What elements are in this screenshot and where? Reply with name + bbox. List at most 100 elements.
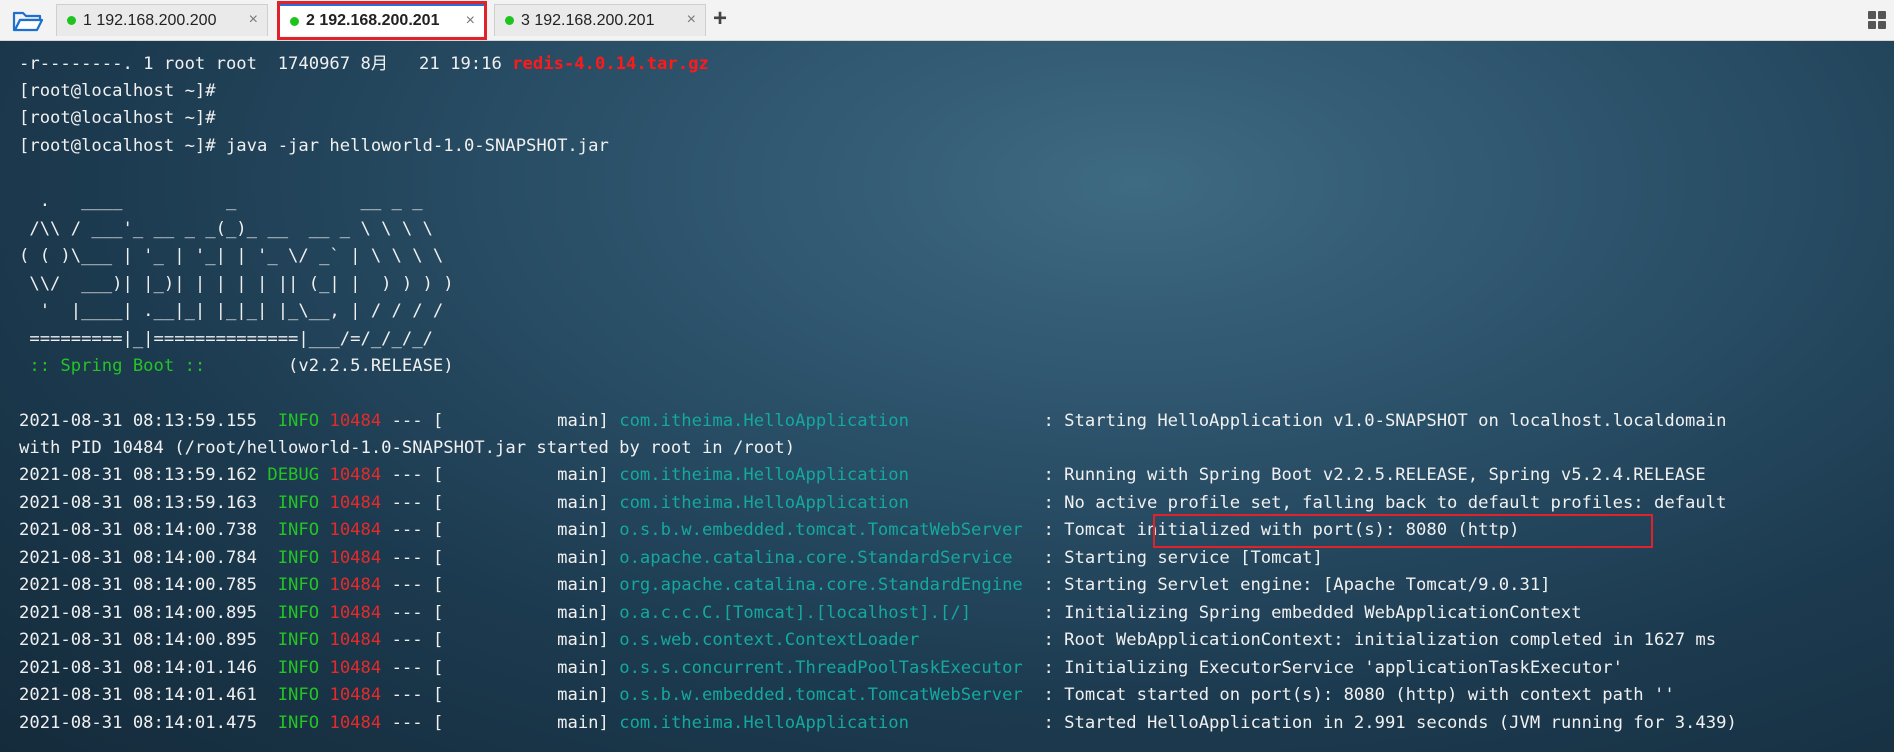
log-line: 2021-08-31 08:14:01.475 INFO 10484 --- [… bbox=[19, 709, 1737, 737]
spring-boot-version: (v2.2.5.RELEASE) bbox=[215, 356, 454, 376]
log-level: INFO bbox=[267, 520, 320, 540]
tab-bar: 1 192.168.200.200 × 2 192.168.200.201 × … bbox=[0, 0, 1894, 41]
log-pid: 10484 bbox=[329, 465, 382, 485]
tab-session-2[interactable]: 2 192.168.200.201 × bbox=[279, 4, 485, 36]
log-line: 2021-08-31 08:14:00.895 INFO 10484 --- [… bbox=[19, 626, 1716, 654]
log-timestamp: 2021-08-31 08:13:59.163 bbox=[19, 493, 268, 513]
log-pid: 10484 bbox=[329, 493, 382, 513]
close-icon[interactable]: × bbox=[249, 11, 258, 29]
log-message: : Tomcat initialized with port(s): 8080 … bbox=[1033, 520, 1520, 540]
log-thread: --- [ main] bbox=[381, 465, 620, 485]
log-level: DEBUG bbox=[267, 465, 320, 485]
status-dot-icon bbox=[505, 16, 514, 25]
log-timestamp: 2021-08-31 08:14:00.895 bbox=[19, 603, 268, 623]
log-message: : Running with Spring Boot v2.2.5.RELEAS… bbox=[1033, 465, 1706, 485]
log-thread: --- [ main] bbox=[381, 685, 620, 705]
log-level: INFO bbox=[267, 575, 320, 595]
log-timestamp: 2021-08-31 08:14:00.895 bbox=[19, 630, 268, 650]
log-message: : Starting service [Tomcat] bbox=[1033, 548, 1323, 568]
log-line: 2021-08-31 08:14:00.895 INFO 10484 --- [… bbox=[19, 599, 1582, 627]
terminal-output[interactable]: -r--------. 1 root root 1740967 8月 21 19… bbox=[0, 41, 1894, 752]
tab-label: 1 192.168.200.200 bbox=[83, 11, 217, 29]
log-logger: o.a.c.c.C.[Tomcat].[localhost].[/] bbox=[619, 603, 1034, 623]
log-thread: --- [ main] bbox=[381, 575, 620, 595]
archive-filename: redis-4.0.14.tar.gz bbox=[512, 54, 709, 74]
close-icon[interactable]: × bbox=[687, 11, 696, 29]
log-level: INFO bbox=[267, 713, 320, 733]
tab-session-1[interactable]: 1 192.168.200.200 × bbox=[56, 4, 268, 36]
log-pid: 10484 bbox=[329, 713, 382, 733]
log-message: : Starting Servlet engine: [Apache Tomca… bbox=[1033, 575, 1551, 595]
log-message: : Tomcat started on port(s): 8080 (http)… bbox=[1033, 685, 1675, 705]
log-pid: 10484 bbox=[329, 685, 382, 705]
log-level: INFO bbox=[267, 603, 320, 623]
log-logger: com.itheima.HelloApplication bbox=[619, 493, 1034, 513]
ls-output-line: -r--------. 1 root root 1740967 8月 21 19… bbox=[19, 50, 709, 78]
log-pid: 10484 bbox=[329, 411, 382, 431]
log-message: : No active profile set, falling back to… bbox=[1033, 493, 1727, 513]
tab-label: 3 192.168.200.201 bbox=[521, 11, 655, 29]
log-logger: o.s.b.w.embedded.tomcat.TomcatWebServer bbox=[619, 520, 1034, 540]
log-message: : Initializing Spring embedded WebApplic… bbox=[1033, 603, 1582, 623]
log-thread: --- [ main] bbox=[381, 520, 620, 540]
log-level: INFO bbox=[267, 548, 320, 568]
log-pid: 10484 bbox=[329, 575, 382, 595]
log-timestamp: 2021-08-31 08:14:00.784 bbox=[19, 548, 268, 568]
log-line: 2021-08-31 08:13:59.155 INFO 10484 --- [… bbox=[19, 407, 1726, 435]
log-timestamp: 2021-08-31 08:13:59.155 bbox=[19, 411, 268, 431]
log-timestamp: 2021-08-31 08:13:59.162 bbox=[19, 465, 268, 485]
shell-prompt: [root@localhost ~]# bbox=[19, 108, 216, 128]
log-timestamp: 2021-08-31 08:14:01.475 bbox=[19, 713, 268, 733]
log-level: INFO bbox=[267, 411, 320, 431]
log-level: INFO bbox=[267, 685, 320, 705]
banner-line: . ____ _ __ _ _ bbox=[19, 191, 423, 211]
banner-line: ( ( )\___ | '_ | '_| | '_ \/ _` | \ \ \ … bbox=[19, 246, 444, 266]
log-timestamp: 2021-08-31 08:14:01.146 bbox=[19, 658, 268, 678]
shell-prompt: [root@localhost ~]# bbox=[19, 81, 216, 101]
log-pid: 10484 bbox=[329, 603, 382, 623]
log-message: : Root WebApplicationContext: initializa… bbox=[1033, 630, 1717, 650]
log-line: 2021-08-31 08:14:00.785 INFO 10484 --- [… bbox=[19, 571, 1551, 599]
tab-session-3[interactable]: 3 192.168.200.201 × bbox=[494, 4, 706, 36]
log-timestamp: 2021-08-31 08:14:00.738 bbox=[19, 520, 268, 540]
status-dot-icon bbox=[290, 16, 299, 26]
add-tab-button[interactable]: + bbox=[713, 6, 727, 32]
log-logger: com.itheima.HelloApplication bbox=[619, 465, 1034, 485]
log-thread: --- [ main] bbox=[381, 411, 620, 431]
log-timestamp: 2021-08-31 08:14:01.461 bbox=[19, 685, 268, 705]
banner-line: \\/ ___)| |_)| | | | | || (_| | ) ) ) ) bbox=[19, 274, 454, 294]
banner-line: /\\ / ___'_ __ _ _(_)_ __ __ _ \ \ \ \ bbox=[19, 219, 433, 239]
banner-line: ' |____| .__|_| |_|_| |_\__, | / / / / bbox=[19, 301, 444, 321]
log-thread: --- [ main] bbox=[381, 713, 620, 733]
layout-grid-icon[interactable] bbox=[1868, 11, 1886, 29]
log-line: 2021-08-31 08:13:59.163 INFO 10484 --- [… bbox=[19, 489, 1726, 517]
log-level: INFO bbox=[267, 658, 320, 678]
log-level: INFO bbox=[267, 493, 320, 513]
log-pid: 10484 bbox=[329, 520, 382, 540]
log-thread: --- [ main] bbox=[381, 548, 620, 568]
log-logger: o.apache.catalina.core.StandardService bbox=[619, 548, 1034, 568]
log-thread: --- [ main] bbox=[381, 658, 620, 678]
folder-icon[interactable] bbox=[12, 9, 44, 33]
log-message: : Starting HelloApplication v1.0-SNAPSHO… bbox=[1033, 411, 1727, 431]
log-logger: org.apache.catalina.core.StandardEngine bbox=[619, 575, 1034, 595]
log-line: 2021-08-31 08:14:00.738 INFO 10484 --- [… bbox=[19, 516, 1520, 544]
log-pid: 10484 bbox=[329, 658, 382, 678]
command-line: [root@localhost ~]# java -jar helloworld… bbox=[19, 136, 609, 156]
log-line: 2021-08-31 08:14:01.146 INFO 10484 --- [… bbox=[19, 654, 1623, 682]
spring-boot-label: :: Spring Boot :: bbox=[19, 356, 216, 376]
log-line: 2021-08-31 08:14:01.461 INFO 10484 --- [… bbox=[19, 681, 1675, 709]
log-pid: 10484 bbox=[329, 548, 382, 568]
log-logger: o.s.b.w.embedded.tomcat.TomcatWebServer bbox=[619, 685, 1034, 705]
spring-boot-version-line: :: Spring Boot :: (v2.2.5.RELEASE) bbox=[19, 352, 454, 380]
status-dot-icon bbox=[67, 16, 76, 25]
log-line: 2021-08-31 08:13:59.162 DEBUG 10484 --- … bbox=[19, 461, 1706, 489]
log-message: : Initializing ExecutorService 'applicat… bbox=[1033, 658, 1623, 678]
log-line-wrap: with PID 10484 (/root/helloworld-1.0-SNA… bbox=[19, 438, 796, 458]
close-icon[interactable]: × bbox=[466, 12, 475, 30]
ls-line-prefix: -r--------. 1 root root 1740967 8月 21 19… bbox=[19, 54, 513, 74]
log-logger: o.s.web.context.ContextLoader bbox=[619, 630, 1034, 650]
log-message: : Started HelloApplication in 2.991 seco… bbox=[1033, 713, 1737, 733]
log-pid: 10484 bbox=[329, 630, 382, 650]
log-logger: com.itheima.HelloApplication bbox=[619, 411, 1034, 431]
